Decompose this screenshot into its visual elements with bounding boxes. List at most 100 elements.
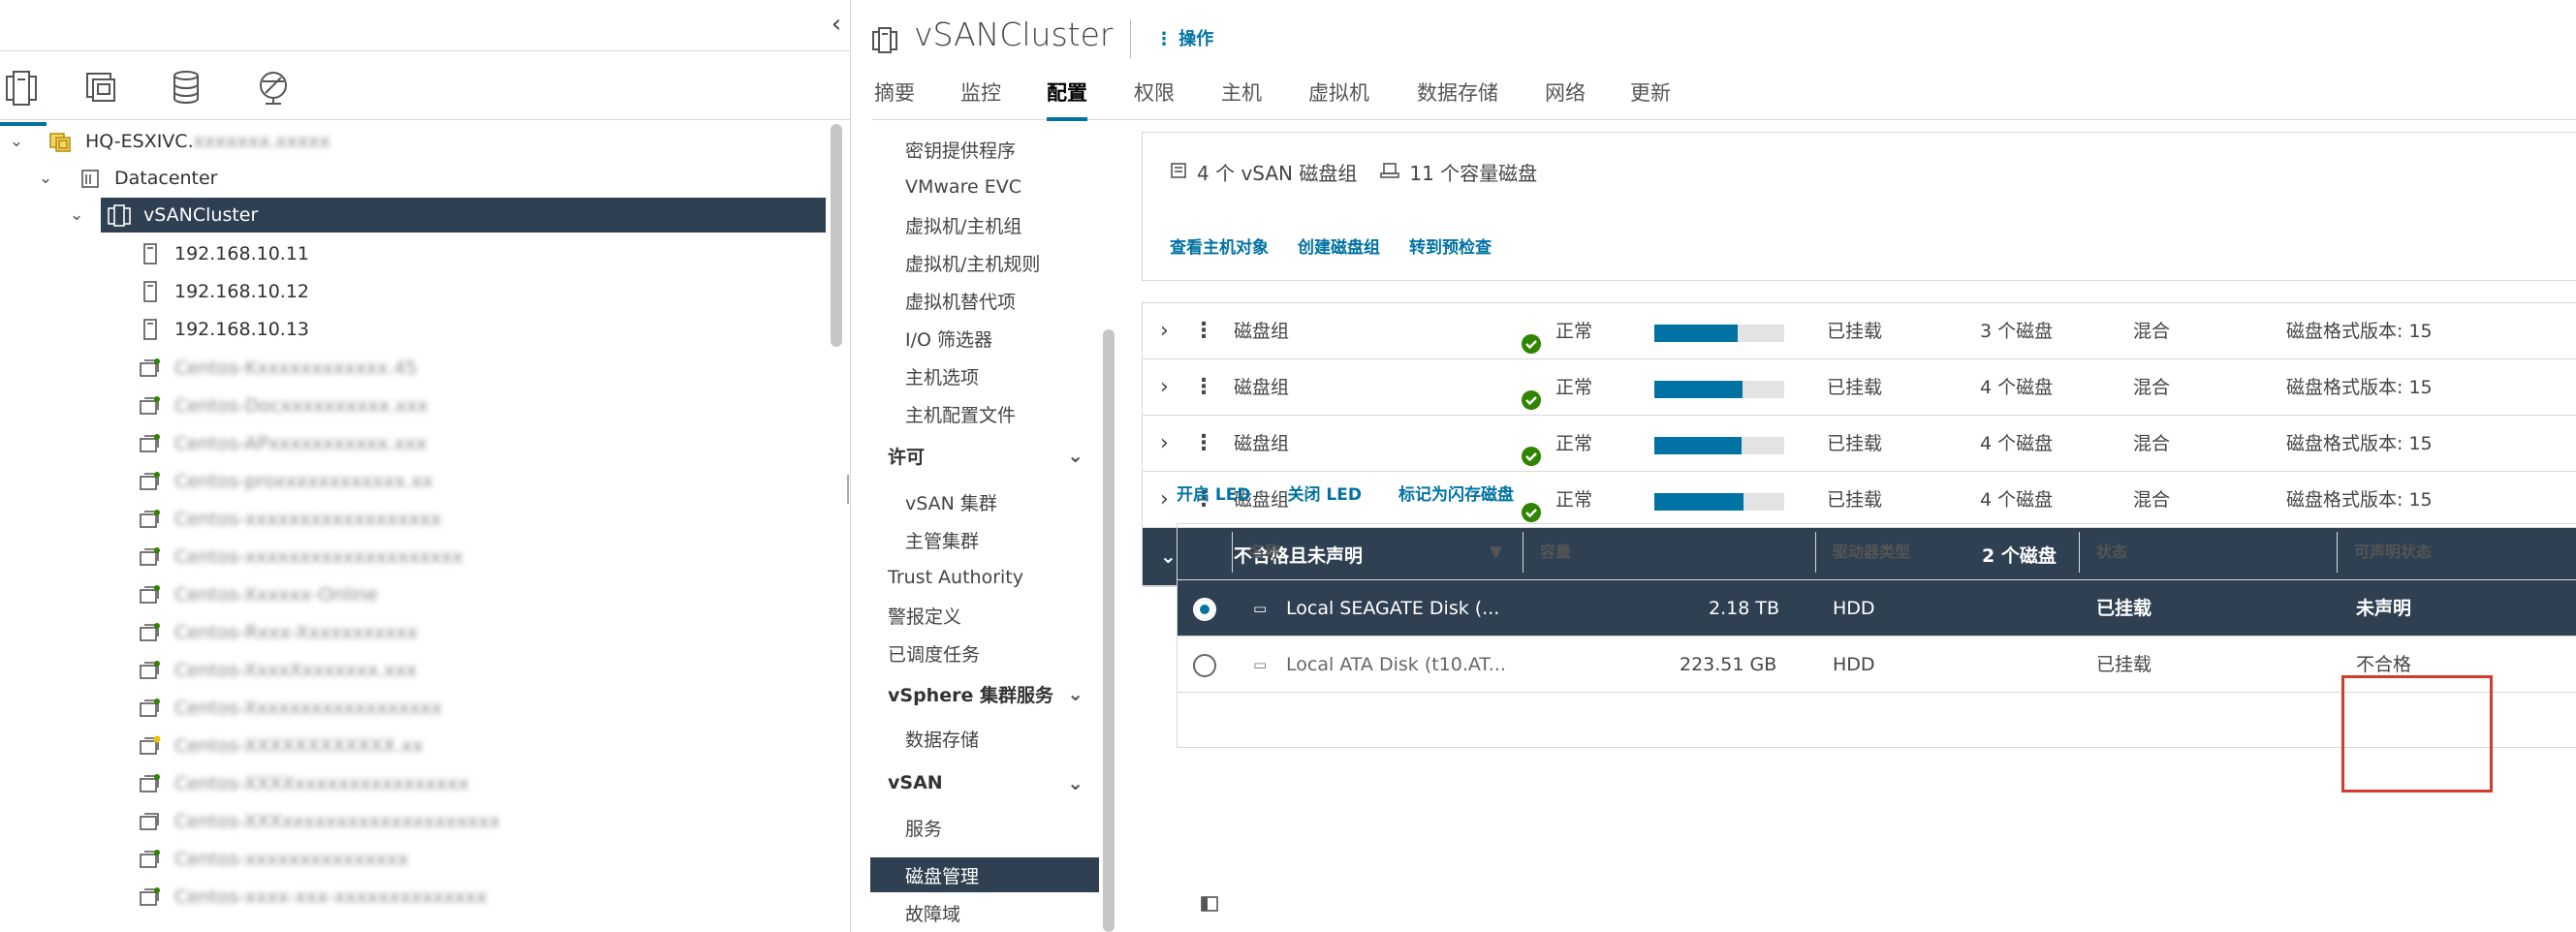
nav-group-licensing[interactable]: 许可 ⌄ [870, 438, 1099, 473]
tree-item-datacenter[interactable]: ⌄ Datacenter [35, 161, 218, 196]
nav-vm-host-rules[interactable]: 虚拟机/主机规则 [870, 245, 1099, 280]
column-separator[interactable] [1815, 532, 1816, 573]
tree-item-vm[interactable]: Centos-XxxxXxxxxxxx.xxx [136, 653, 417, 688]
nav-vm-overrides[interactable]: 虚拟机替代项 [870, 283, 1099, 318]
tree-item-host[interactable]: 192.168.10.13 [136, 312, 309, 347]
turn-off-led-link[interactable]: 关闭 LED [1287, 481, 1361, 505]
nav-group-vsphere-cluster-services[interactable]: vSphere 集群服务 ⌄ [870, 676, 1099, 711]
hosts-clusters-icon[interactable] [0, 68, 47, 126]
actions-menu-button[interactable]: ⋮ 操作 [1155, 25, 1213, 50]
tab-datastores[interactable]: 数据存储 [1417, 78, 1498, 120]
filter-icon[interactable]: ▼ [1490, 524, 1502, 580]
tree-item-vm[interactable]: Centos-APxxxxxxxxxxx.xxx [136, 426, 426, 461]
chevron-down-icon[interactable]: ⌄ [35, 169, 56, 188]
capacity-usage-bar [1654, 381, 1784, 398]
disk-format-version: 磁盘格式版本: 15 [2286, 321, 2433, 342]
view-host-objects-link[interactable]: 查看主机对象 [1170, 233, 1269, 258]
chevron-right-icon[interactable]: › [1160, 359, 1169, 416]
nav-io-filters[interactable]: I/O 筛选器 [870, 321, 1099, 356]
tab-monitor[interactable]: 监控 [960, 78, 1001, 120]
nav-services[interactable]: 服务 [870, 810, 1099, 845]
vms-templates-icon[interactable] [81, 68, 124, 110]
nav-host-options[interactable]: 主机选项 [870, 358, 1099, 393]
mount-state: 已挂载 [1827, 321, 1883, 342]
collapse-pane-icon[interactable]: ‹ [826, 10, 847, 39]
column-header-capacity[interactable]: 容量 [1540, 524, 1571, 580]
column-header-state[interactable]: 状态 [2096, 524, 2127, 580]
tree-item-vm[interactable]: Centos-Rxxx-Xxxxxxxxxxx [136, 615, 418, 650]
disk-drive-type: HDD [1833, 598, 1875, 619]
nav-supervisor-cluster[interactable]: 主管集群 [870, 522, 1099, 557]
disk-state: 已挂载 [2096, 598, 2152, 619]
tree-scrollbar[interactable] [831, 124, 842, 347]
nav-group-label: vSAN [888, 772, 943, 793]
column-separator[interactable] [2079, 532, 2080, 573]
actions-label: 操作 [1178, 29, 1214, 49]
tree-item-label: Centos-XXXxxxxxxxxxxxxxxxxxxxx [174, 811, 500, 832]
tree-item-vm[interactable]: Centos-XXXxxxxxxxxxxxxxxxxxxxx [136, 804, 500, 839]
mark-as-flash-link[interactable]: 标记为闪存磁盘 [1398, 481, 1514, 505]
tab-vms[interactable]: 虚拟机 [1308, 78, 1369, 120]
tree-item-vcenter[interactable]: ⌄ HQ-ESXIVC. xxxxxxx.xxxxx [6, 124, 330, 159]
tree-item-vm[interactable]: Centos-Xxxxxxxxxxxxxxxxxx [136, 691, 442, 726]
tree-item-vm[interactable]: Centos-Xxxxxx-Online [136, 577, 378, 612]
vm-warning-icon [136, 733, 165, 759]
pane-splitter-handle[interactable] [845, 475, 851, 504]
tab-permissions[interactable]: 权限 [1134, 78, 1175, 120]
turn-on-led-link[interactable]: 开启 LED [1177, 481, 1250, 505]
disk-group-row[interactable]: › ⋮ 磁盘组 正常 已挂载 3 个磁盘 混合 磁盘格式版本: 15 [1143, 303, 2576, 359]
row-radio[interactable] [1193, 654, 1216, 677]
vm-icon [136, 544, 165, 570]
chevron-down-icon[interactable]: ⌄ [6, 132, 27, 151]
tree-item-vm[interactable]: Centos-Docxxxxxxxxxx.xxx [136, 388, 428, 423]
tab-networks[interactable]: 网络 [1545, 78, 1586, 120]
divider [1130, 19, 1131, 58]
row-radio-selected[interactable] [1193, 598, 1216, 621]
tab-hosts[interactable]: 主机 [1221, 78, 1262, 120]
nav-disk-management[interactable]: 磁盘管理 [870, 857, 1099, 892]
column-header-claim-state[interactable]: 可声明状态 [2354, 524, 2432, 580]
tree-item-vm[interactable]: Centos-proxxxxxxxxxxxx.xx [136, 464, 433, 499]
nav-alarm-definitions[interactable]: 警报定义 [870, 598, 1099, 633]
tree-item-vm[interactable]: Centos-xxxxxxxxxxxxxxxxxxxx [136, 540, 463, 575]
networking-icon[interactable] [254, 68, 297, 110]
tree-item-vsancluster[interactable]: vSANCluster [101, 198, 826, 233]
tree-item-vm[interactable]: Centos-xxxxxxxxxxxxxxx [136, 842, 409, 877]
column-separator[interactable] [2337, 532, 2338, 573]
go-to-precheck-link[interactable]: 转到预检查 [1409, 233, 1492, 258]
nav-scheduled-tasks[interactable]: 已调度任务 [870, 636, 1099, 670]
tree-item-vm[interactable]: Centos-Kxxxxxxxxxxxx.45 [136, 351, 417, 386]
nav-datastores[interactable]: 数据存储 [870, 721, 1099, 756]
nav-key-providers[interactable]: 密钥提供程序 [870, 132, 1099, 167]
nav-host-profile[interactable]: 主机配置文件 [870, 396, 1099, 431]
tab-configure[interactable]: 配置 [1047, 78, 1087, 121]
storage-icon[interactable] [167, 68, 209, 110]
nav-vmware-evc[interactable]: VMware EVC [870, 170, 1099, 204]
nav-fault-domains[interactable]: 故障域 [870, 895, 1099, 930]
column-header-name[interactable]: 名称 [1249, 524, 1280, 580]
create-disk-group-link[interactable]: 创建磁盘组 [1298, 233, 1380, 258]
row-actions-icon[interactable]: ⋮ [1193, 303, 1214, 359]
tree-item-host[interactable]: 192.168.10.11 [136, 236, 309, 271]
nav-scrollbar[interactable] [1103, 329, 1115, 932]
tab-summary[interactable]: 摘要 [874, 78, 915, 120]
column-separator[interactable] [1523, 532, 1524, 573]
tree-item-vm[interactable]: Centos-XXXXXXXXXXXX.xx [136, 729, 424, 763]
column-toggle-icon[interactable] [1200, 895, 1219, 916]
table-row[interactable]: ▭ Local SEAGATE Disk (... 2.18 TB HDD 已挂… [1178, 580, 2576, 637]
tree-item-vm[interactable]: Centos-xxxx-xxx-xxxxxxxxxxxxxx [136, 880, 487, 915]
nav-group-vsan[interactable]: vSAN ⌄ [870, 765, 1099, 800]
tab-updates[interactable]: 更新 [1630, 78, 1671, 120]
nav-vm-host-groups[interactable]: 虚拟机/主机组 [870, 207, 1099, 242]
disk-group-row[interactable]: › ⋮ 磁盘组 正常 已挂载 4 个磁盘 混合 磁盘格式版本: 15 [1143, 359, 2576, 416]
row-actions-icon[interactable]: ⋮ [1193, 359, 1214, 416]
nav-vsan-cluster[interactable]: vSAN 集群 [870, 484, 1099, 519]
tree-item-vm[interactable]: Centos-xxxxxxxxxxxxxxxxxx [136, 502, 441, 537]
column-header-drive-type[interactable]: 驱动器类型 [1833, 524, 1910, 580]
chevron-right-icon[interactable]: › [1160, 303, 1169, 359]
tree-item-label: Centos-xxxxxxxxxxxxxxxxxx [174, 509, 442, 530]
chevron-down-icon[interactable]: ⌄ [70, 205, 83, 225]
nav-trust-authority[interactable]: Trust Authority [870, 560, 1099, 595]
tree-item-vm[interactable]: Centos-XXXXxxxxxxxxxxxxxxxx [136, 766, 469, 801]
tree-item-host[interactable]: 192.168.10.12 [136, 274, 309, 309]
